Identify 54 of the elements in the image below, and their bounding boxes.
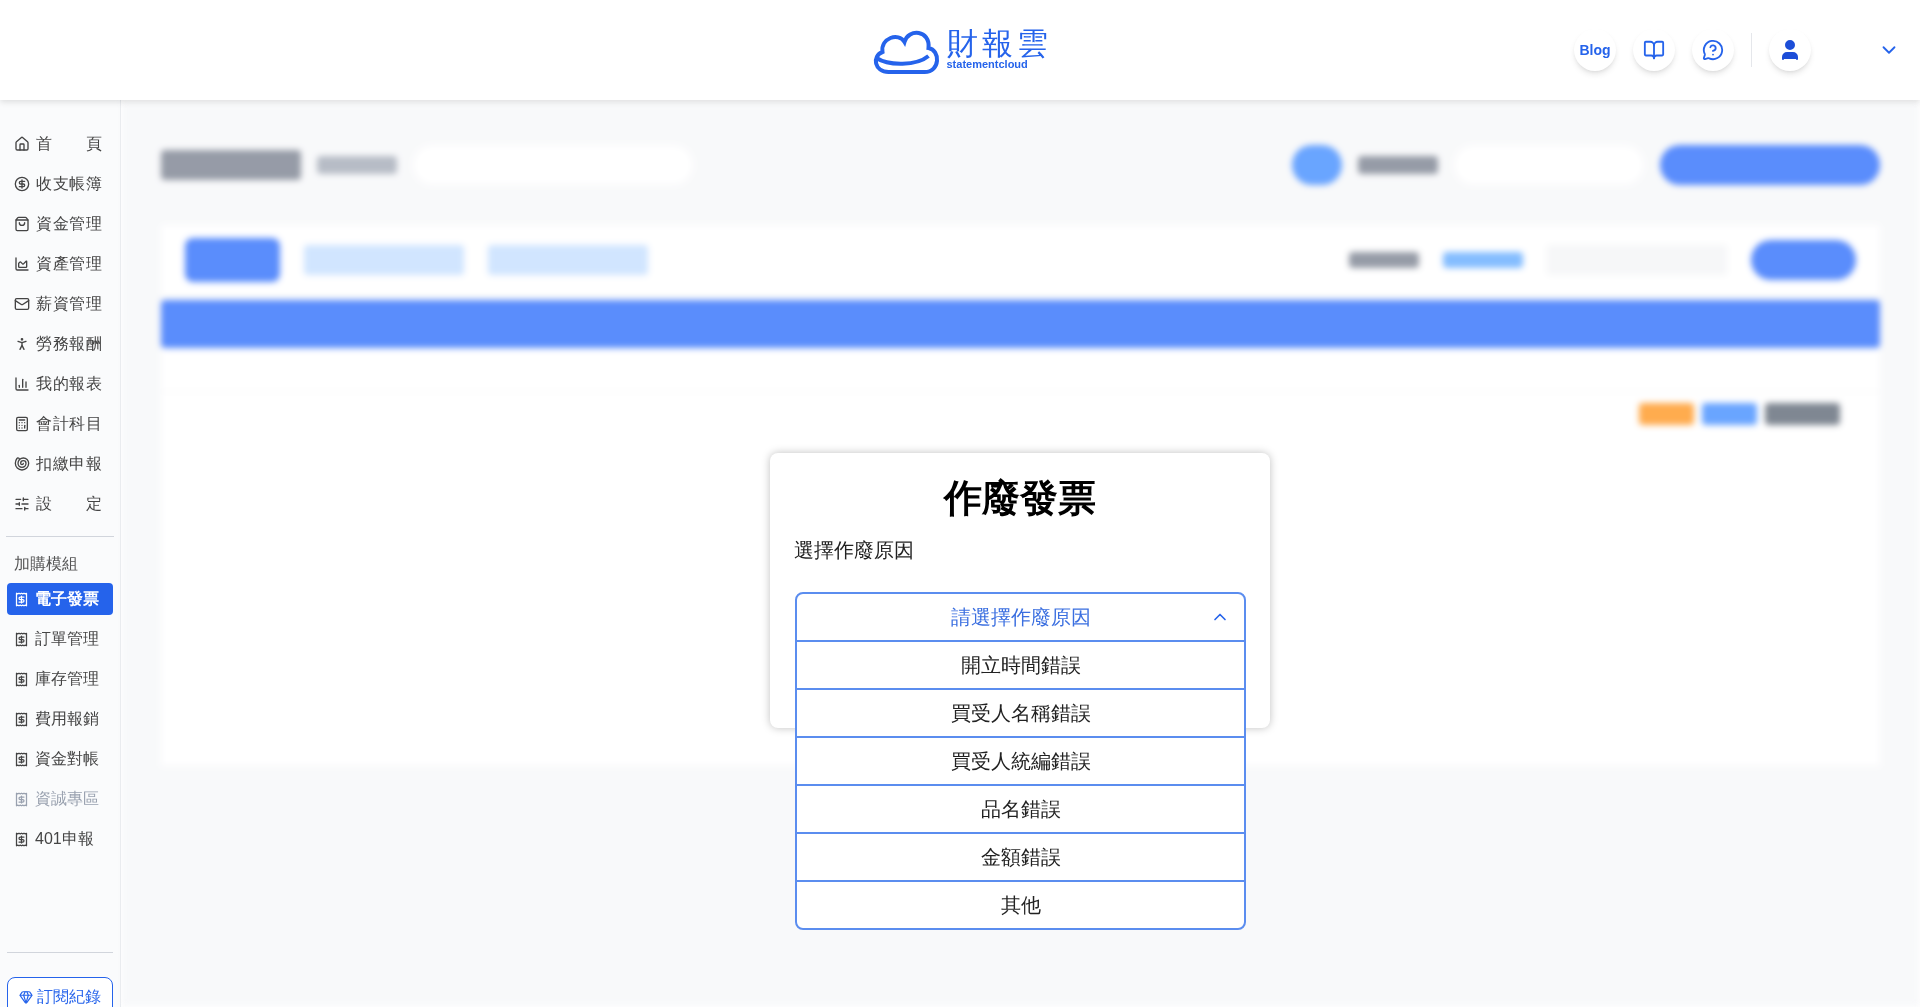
module-item[interactable]: 資金對帳 xyxy=(7,743,113,775)
sidebar-item[interactable]: 會計科目 xyxy=(7,404,113,444)
sidebar-item[interactable]: 薪資管理 xyxy=(7,284,113,324)
sidebar-item[interactable]: 勞務報酬 xyxy=(7,324,113,364)
help-chat-button[interactable] xyxy=(1692,29,1734,71)
module-item[interactable]: 訂單管理 xyxy=(7,623,113,655)
receipt-icon xyxy=(14,671,29,687)
receipt-icon xyxy=(14,831,29,847)
logo-subtitle: statementcloud xyxy=(946,59,1028,70)
sidebar-item[interactable]: 扣繳申報 xyxy=(7,444,113,484)
chart-icon xyxy=(14,256,30,272)
calculator-icon xyxy=(14,416,30,432)
dropdown-option[interactable]: 其他 xyxy=(797,880,1244,928)
coin-icon xyxy=(14,176,30,192)
reason-dropdown[interactable]: 請選擇作廢原因 開立時間錯誤 買受人名稱錯誤 買受人統編錯誤 品名錯誤 金額錯誤 其他 xyxy=(795,592,1246,930)
sidebar-item[interactable]: 資產管理 xyxy=(7,244,113,284)
dropdown-placeholder: 請選擇作廢原因 xyxy=(950,605,1091,630)
sidebar-item[interactable]: 首 頁 xyxy=(7,124,113,164)
home-icon xyxy=(14,136,30,152)
chat-question-icon xyxy=(1702,39,1724,61)
sidebar-item[interactable]: 設 定 xyxy=(7,484,113,524)
sidebar-item[interactable]: 我的報表 xyxy=(7,364,113,404)
receipt-icon xyxy=(14,791,29,807)
module-item[interactable]: 電子發票 xyxy=(7,583,113,615)
video-guide-button[interactable] xyxy=(1633,29,1675,71)
subscription-button[interactable]: 訂閱紀錄 xyxy=(7,977,113,1007)
dropdown-option[interactable]: 買受人名稱錯誤 xyxy=(797,688,1244,736)
field-label: 選擇作廢原因 xyxy=(794,539,914,561)
module-item[interactable]: 401申報 xyxy=(7,823,113,855)
bar-chart-icon xyxy=(14,376,30,392)
dropdown-option[interactable]: 金額錯誤 xyxy=(797,832,1244,880)
dropdown-option[interactable]: 買受人統編錯誤 xyxy=(797,736,1244,784)
person-icon xyxy=(14,336,30,352)
sidebar-item[interactable]: 資金管理 xyxy=(7,204,113,244)
module-item[interactable]: 庫存管理 xyxy=(7,663,113,695)
receipt-icon xyxy=(14,751,29,767)
dialog-title: 作廢發票 xyxy=(942,476,1097,521)
sliders-icon xyxy=(14,496,30,512)
module-heading: 加購模組 xyxy=(13,554,79,574)
dropdown-option[interactable]: 開立時間錯誤 xyxy=(797,640,1244,688)
sidebar-item[interactable]: 收支帳簿 xyxy=(7,164,113,204)
user-avatar-button[interactable] xyxy=(1769,29,1811,71)
book-icon xyxy=(1643,39,1665,61)
module-item[interactable]: 費用報銷 xyxy=(7,703,113,735)
envelope-icon xyxy=(14,296,30,312)
dropdown-option[interactable]: 品名錯誤 xyxy=(797,784,1244,832)
shell-icon xyxy=(14,456,30,472)
diamond-icon xyxy=(19,990,33,1004)
blog-button[interactable]: Blog xyxy=(1574,29,1616,71)
receipt-icon xyxy=(14,591,29,607)
receipt-icon xyxy=(14,631,29,647)
receipt-icon xyxy=(14,711,29,727)
logo-title: 財報雲 xyxy=(946,28,1052,59)
bag-icon xyxy=(14,216,30,232)
